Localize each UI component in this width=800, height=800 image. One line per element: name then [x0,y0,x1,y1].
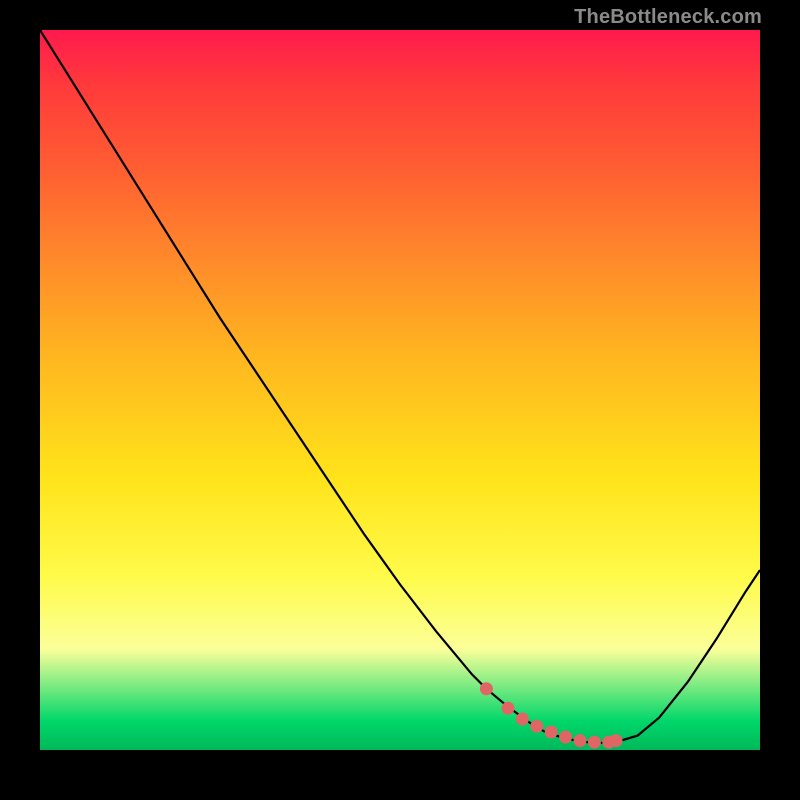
plot-area [40,30,760,750]
curve-line [40,30,760,743]
attribution-text: TheBottleneck.com [574,6,762,29]
marker-dot [588,736,601,749]
marker-dot [574,734,587,747]
marker-dots [480,682,623,748]
marker-dot [610,734,623,747]
chart-container: TheBottleneck.com [0,0,800,800]
marker-dot [530,720,543,733]
marker-dot [480,682,493,695]
marker-dot [559,731,572,744]
marker-dot [516,713,529,726]
marker-dot [545,726,558,739]
marker-dot [502,702,515,715]
chart-overlay [40,30,760,750]
